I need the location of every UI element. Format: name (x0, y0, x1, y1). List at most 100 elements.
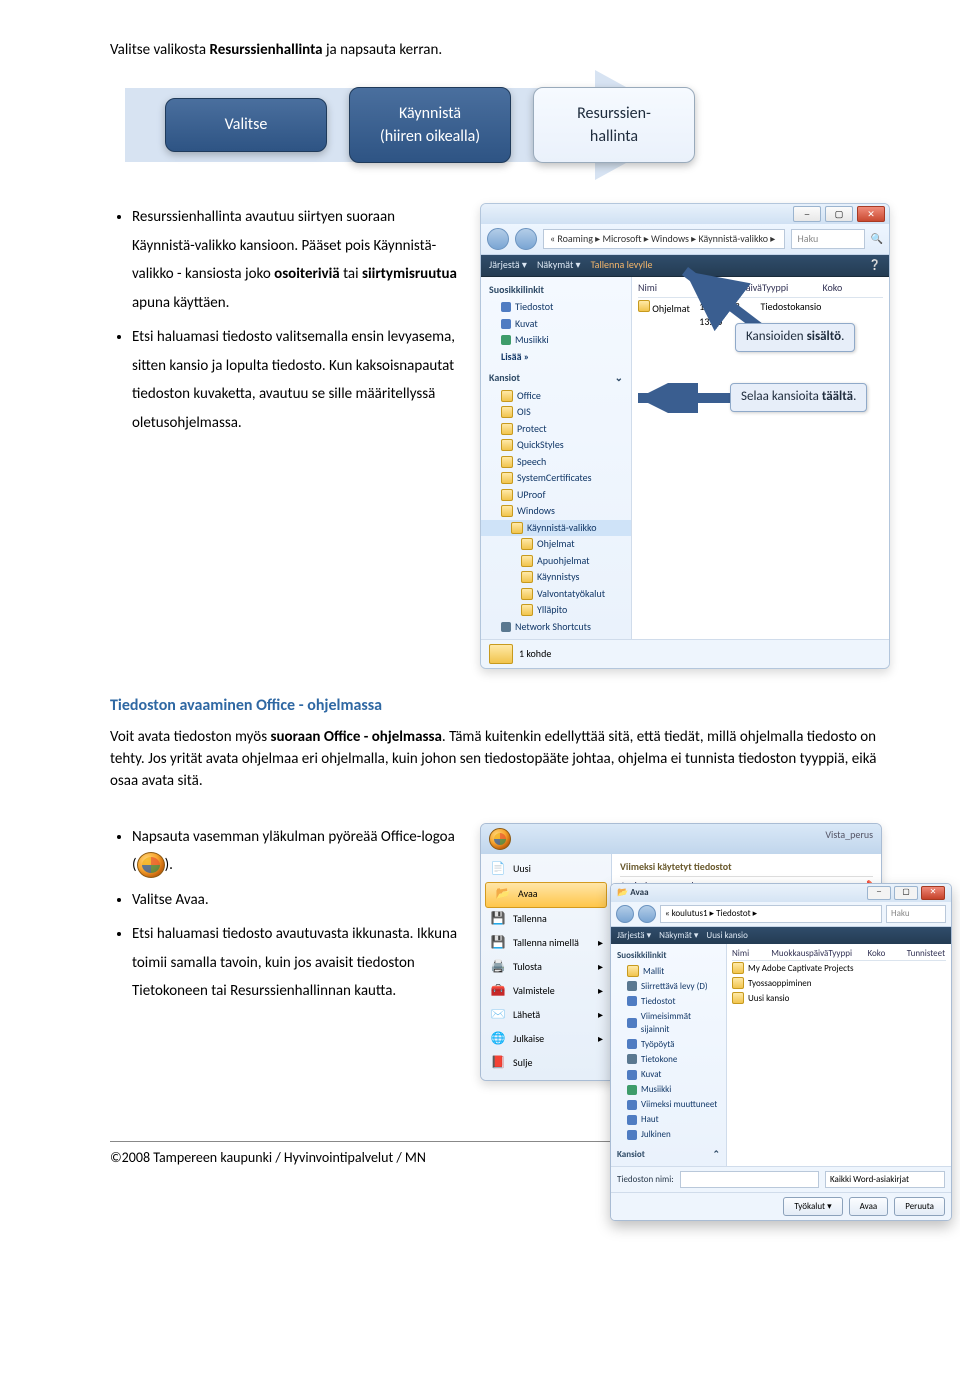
bullet-1: Resurssienhallinta avautuu siirtyen suor… (132, 203, 460, 317)
chevron-right-icon: ▸ (598, 936, 603, 951)
maximize-icon[interactable]: ▢ (825, 206, 853, 222)
folder-icon (501, 406, 513, 418)
toolbar-views[interactable]: Näkymät ▾ (659, 929, 698, 942)
section-heading: Tiedoston avaaminen Office - ohjelmassa (110, 694, 890, 717)
search-box[interactable]: Haku (886, 905, 946, 923)
address-bar[interactable]: « koulutus1 ▸ Tiedostot ▸ (660, 905, 882, 923)
print-icon: 🖨️ (489, 959, 507, 977)
cancel-button[interactable]: Peruuta (894, 1197, 945, 1216)
minimize-icon[interactable]: ─ (793, 206, 821, 222)
folder-icon (521, 571, 533, 583)
close-icon[interactable]: ✕ (921, 886, 945, 900)
step-3-line2: hallinta (590, 127, 638, 146)
chevron-right-icon: ▸ (598, 960, 603, 975)
navigation-pane[interactable]: Suosikkilinkit Mallit Siirrettävä levy (… (611, 944, 727, 1167)
callout-arrow-icon (630, 383, 740, 413)
paragraph-2: Voit avata tiedoston myös suoraan Office… (110, 727, 890, 792)
search-box[interactable]: Haku (791, 229, 865, 250)
folder-icon (638, 300, 650, 312)
chevron-down-icon: ⌄ (615, 371, 623, 386)
chevron-right-icon: ▸ (598, 1008, 603, 1023)
menu-tallenna-nimella[interactable]: 💾Tallenna nimellä▸ (481, 932, 611, 956)
send-icon: ✉️ (489, 1007, 507, 1025)
bullet-list-2: Napsauta vasemman yläkulman pyöreää Offi… (110, 823, 460, 1006)
filename-input[interactable] (680, 1171, 819, 1188)
step-diagram: Valitse Käynnistä (hiiren oikealla) Resu… (165, 87, 890, 163)
forward-icon[interactable] (638, 905, 656, 923)
forward-icon[interactable] (515, 228, 537, 250)
office-menu-left: 📄Uusi 📂Avaa 💾Tallenna 💾Tallenna nimellä▸… (481, 854, 612, 1080)
folder-icon (501, 489, 513, 501)
network-icon (501, 622, 511, 632)
publish-icon: 🌐 (489, 1031, 507, 1049)
menu-uusi[interactable]: 📄Uusi (481, 858, 611, 882)
folder-icon (521, 604, 533, 616)
back-icon[interactable] (616, 905, 634, 923)
folder-icon (521, 538, 533, 550)
search-icon: 🔍 (871, 232, 883, 247)
chevron-right-icon: ▸ (598, 984, 603, 999)
step-1-card: Valitse (165, 98, 327, 151)
bullet-logo: Napsauta vasemman yläkulman pyöreää Offi… (132, 823, 460, 880)
folder-icon (521, 555, 533, 567)
back-icon[interactable] (487, 228, 509, 250)
tools-button[interactable]: Työkalut ▾ (783, 1197, 842, 1216)
filename-label: Tiedoston nimi: (617, 1173, 674, 1186)
removable-icon (627, 981, 637, 991)
music-icon (627, 1085, 637, 1095)
open-button[interactable]: Avaa (849, 1197, 889, 1216)
close-doc-icon: 📕 (489, 1055, 507, 1073)
searches-icon (627, 1115, 637, 1125)
list-item[interactable]: Tyossaoppiminen (732, 976, 946, 991)
status-bar: 1 kohde (481, 639, 889, 668)
bullet-avaa: Valitse Avaa. (132, 886, 460, 915)
menu-laheta[interactable]: ✉️Lähetä▸ (481, 1004, 611, 1028)
maximize-icon[interactable]: ▢ (894, 886, 918, 900)
toolbar-organize[interactable]: Järjestä ▾ (489, 258, 527, 273)
music-icon (501, 335, 511, 345)
minimize-icon[interactable]: ─ (867, 886, 891, 900)
prepare-icon: 🧰 (489, 983, 507, 1001)
navigation-pane[interactable]: Suosikkilinkit Tiedostot Kuvat Musiikki … (481, 277, 632, 640)
open-dialog: 📂 Avaa ─ ▢ ✕ « koulutus1 ▸ Tiedostot ▸ H… (610, 883, 952, 1222)
menu-valmistele[interactable]: 🧰Valmistele▸ (481, 980, 611, 1004)
folder-icon (521, 588, 533, 600)
file-list-pane[interactable]: NimiMuokkauspäiväTyyppiKokoTunnisteet My… (727, 944, 951, 1167)
list-item[interactable]: My Adobe Captivate Projects (732, 961, 946, 976)
menu-avaa[interactable]: 📂Avaa (485, 882, 607, 908)
step-2-line1: Käynnistä (399, 104, 461, 123)
address-bar[interactable]: « Roaming ▸ Microsoft ▸ Windows ▸ Käynni… (543, 229, 785, 250)
toolbar-organize[interactable]: Järjestä ▾ (617, 929, 651, 942)
menu-tulosta[interactable]: 🖨️Tulosta▸ (481, 956, 611, 980)
list-item[interactable]: Uusi kansio (732, 991, 946, 1006)
folder-icon (732, 962, 744, 974)
menu-sulje[interactable]: 📕Sulje (481, 1052, 611, 1076)
open-dialog-icon: 📂 (617, 887, 628, 898)
toolbar-views[interactable]: Näkymät ▾ (537, 258, 581, 273)
computer-icon (627, 1054, 637, 1064)
callout-browse: Selaa kansioita täältä. (730, 383, 867, 412)
templates-icon (627, 965, 639, 977)
step-1-label: Valitse (225, 115, 268, 134)
intro-line: Valitse valikosta Resurssienhallinta ja … (110, 40, 890, 62)
menu-julkaise[interactable]: 🌐Julkaise▸ (481, 1028, 611, 1052)
nav-folders-header[interactable]: Kansiot⌄ (481, 369, 631, 388)
column-headers[interactable]: NimiMuokkauspäiväTyyppiKokoTunnisteet (732, 947, 946, 961)
desktop-icon (627, 1039, 637, 1049)
bullet-search-file: Etsi haluamasi tiedosto avautuvasta ikku… (132, 920, 460, 1006)
intro-bold: Resurssienhallinta (209, 41, 322, 59)
toolbar-save-to-disk[interactable]: Tallenna levylle (591, 258, 653, 273)
help-icon[interactable]: ❔ (869, 258, 881, 273)
toolbar-new-folder[interactable]: Uusi kansio (706, 929, 747, 942)
new-icon: 📄 (489, 861, 507, 879)
folders-header[interactable]: Kansiot⌃ (611, 1146, 726, 1163)
file-filter-dropdown[interactable]: Kaikki Word-asiakirjat (825, 1171, 945, 1188)
office-orb-icon[interactable] (489, 828, 511, 850)
open-icon: 📂 (494, 886, 512, 904)
menu-tallenna[interactable]: 💾Tallenna (481, 908, 611, 932)
step-2-line2: (hiiren oikealla) (380, 127, 480, 146)
save-as-icon: 💾 (489, 935, 507, 953)
folder-icon (501, 390, 513, 402)
folder-icon (732, 977, 744, 989)
close-icon[interactable]: ✕ (857, 206, 885, 222)
